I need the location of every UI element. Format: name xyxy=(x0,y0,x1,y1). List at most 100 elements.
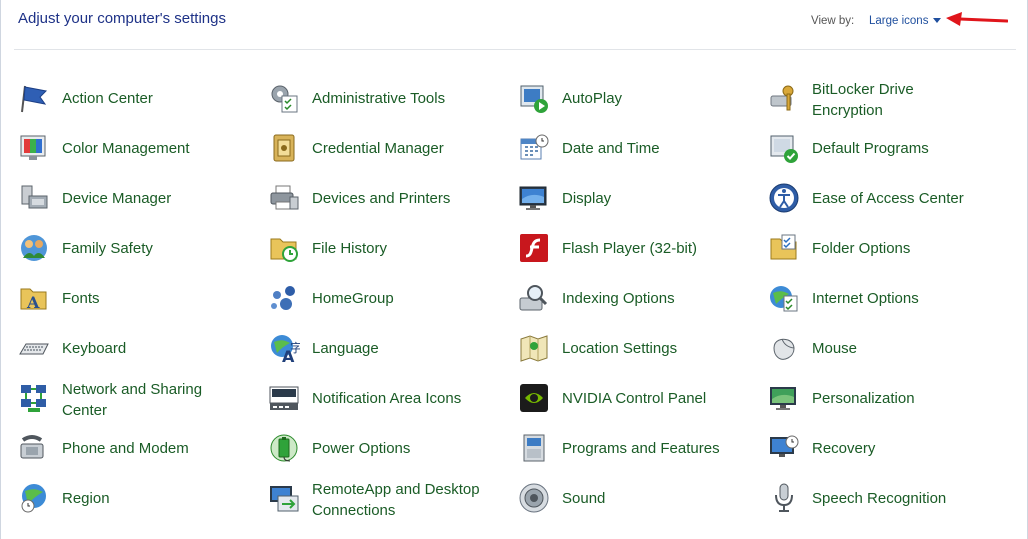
item-label[interactable]: Ease of Access Center xyxy=(812,189,964,209)
control-panel-item-power-options[interactable]: Power Options xyxy=(268,428,508,468)
control-panel-item-device-manager[interactable]: Device Manager xyxy=(18,178,258,218)
control-panel-item-network-and-sharing-center[interactable]: Network and Sharing Center xyxy=(18,378,258,421)
control-panel-item-speech-recognition[interactable]: Speech Recognition xyxy=(768,478,1008,518)
item-label[interactable]: Credential Manager xyxy=(312,139,444,159)
control-panel-item-programs-and-features[interactable]: Programs and Features xyxy=(518,428,758,468)
item-label[interactable]: Sound xyxy=(562,489,605,509)
fonts-folder-icon: A xyxy=(18,282,50,314)
svg-text:字: 字 xyxy=(290,340,300,355)
item-label[interactable]: Personalization xyxy=(812,389,915,409)
item-label[interactable]: Notification Area Icons xyxy=(312,389,461,409)
item-label[interactable]: Action Center xyxy=(62,89,153,109)
control-panel-item-phone-and-modem[interactable]: Phone and Modem xyxy=(18,428,258,468)
control-panel-item-flash-player[interactable]: Flash Player (32-bit) xyxy=(518,228,758,268)
control-panel-item-ease-of-access-center[interactable]: Ease of Access Center xyxy=(768,178,1008,218)
item-label[interactable]: Network and Sharing Center xyxy=(62,379,232,421)
notification-area-icon xyxy=(268,382,300,414)
control-panel-item-color-management[interactable]: Color Management xyxy=(18,128,258,168)
control-panel-item-personalization[interactable]: Personalization xyxy=(768,378,1008,418)
item-label[interactable]: Folder Options xyxy=(812,239,910,259)
remoteapp-icon xyxy=(268,482,300,514)
control-panel-item-file-history[interactable]: File History xyxy=(268,228,508,268)
item-label[interactable]: Mouse xyxy=(812,339,857,359)
control-panel-item-region[interactable]: Region xyxy=(18,478,258,518)
control-panel-item-default-programs[interactable]: Default Programs xyxy=(768,128,1008,168)
item-label[interactable]: Location Settings xyxy=(562,339,677,359)
item-label[interactable]: Programs and Features xyxy=(562,439,720,459)
item-label[interactable]: Administrative Tools xyxy=(312,89,445,109)
item-label[interactable]: Color Management xyxy=(62,139,190,159)
item-label[interactable]: Family Safety xyxy=(62,239,153,259)
item-label[interactable]: Devices and Printers xyxy=(312,189,450,209)
folder-options-icon xyxy=(768,232,800,264)
view-by-label: View by: xyxy=(811,15,855,27)
control-panel-item-date-and-time[interactable]: Date and Time xyxy=(518,128,758,168)
control-panel-item-nvidia-control-panel[interactable]: NVIDIA Control Panel xyxy=(518,378,758,418)
region-globe-icon xyxy=(18,482,50,514)
internet-options-icon xyxy=(768,282,800,314)
ease-of-access-icon xyxy=(768,182,800,214)
header-divider xyxy=(14,49,1016,50)
item-label[interactable]: Speech Recognition xyxy=(812,489,946,509)
monitor-icon xyxy=(518,182,550,214)
speaker-icon xyxy=(518,482,550,514)
view-by-dropdown[interactable]: Large icons xyxy=(869,15,928,27)
control-panel-item-internet-options[interactable]: Internet Options xyxy=(768,278,1008,318)
nvidia-icon xyxy=(518,382,550,414)
item-label[interactable]: Fonts xyxy=(62,289,100,309)
network-icon xyxy=(18,382,50,414)
control-panel-item-devices-and-printers[interactable]: Devices and Printers xyxy=(268,178,508,218)
calendar-clock-icon xyxy=(518,132,550,164)
control-panel-item-mouse[interactable]: Mouse xyxy=(768,328,1008,368)
admin-tools-icon xyxy=(268,82,300,114)
control-panel-item-fonts[interactable]: A Fonts xyxy=(18,278,258,318)
control-panel-item-recovery[interactable]: Recovery xyxy=(768,428,1008,468)
language-globe-icon: A字 xyxy=(268,332,302,366)
item-label[interactable]: Language xyxy=(312,339,379,359)
item-label[interactable]: File History xyxy=(312,239,387,259)
control-panel-item-display[interactable]: Display xyxy=(518,178,758,218)
control-panel-item-remoteapp-and-desktop-connections[interactable]: RemoteApp and Desktop Connections xyxy=(268,478,508,521)
item-label[interactable]: Date and Time xyxy=(562,139,660,159)
item-label[interactable]: HomeGroup xyxy=(312,289,394,309)
item-label[interactable]: Region xyxy=(62,489,110,509)
item-label[interactable]: Indexing Options xyxy=(562,289,675,309)
window-border-left xyxy=(0,0,1,539)
item-label[interactable]: Device Manager xyxy=(62,189,171,209)
item-label[interactable]: Default Programs xyxy=(812,139,929,159)
control-panel-item-keyboard[interactable]: Keyboard xyxy=(18,328,258,368)
control-panel-item-autoplay[interactable]: AutoPlay xyxy=(518,78,758,118)
chevron-down-icon[interactable] xyxy=(933,18,941,23)
control-panel-item-language[interactable]: A 字 Language xyxy=(268,328,508,368)
control-panel-window: Adjust your computer's settings View by:… xyxy=(0,0,1028,539)
item-label[interactable]: Internet Options xyxy=(812,289,919,309)
battery-icon xyxy=(268,432,300,464)
control-panel-item-action-center[interactable]: Action Center xyxy=(18,78,258,118)
device-manager-icon xyxy=(18,182,50,214)
control-panel-item-bitlocker-drive-encryption[interactable]: BitLocker Drive Encryption xyxy=(768,78,1008,121)
control-panel-item-credential-manager[interactable]: Credential Manager xyxy=(268,128,508,168)
autoplay-icon xyxy=(518,82,550,114)
item-label[interactable]: Flash Player (32-bit) xyxy=(562,239,697,259)
item-label[interactable]: Power Options xyxy=(312,439,410,459)
programs-features-icon xyxy=(518,432,550,464)
control-panel-item-family-safety[interactable]: Family Safety xyxy=(18,228,258,268)
item-label[interactable]: Phone and Modem xyxy=(62,439,189,459)
control-panel-item-sound[interactable]: Sound xyxy=(518,478,758,518)
control-panel-item-notification-area-icons[interactable]: Notification Area Icons xyxy=(268,378,508,418)
location-map-icon xyxy=(518,332,550,364)
control-panel-item-administrative-tools[interactable]: Administrative Tools xyxy=(268,78,508,118)
control-panel-item-location-settings[interactable]: Location Settings xyxy=(518,328,758,368)
item-label[interactable]: BitLocker Drive Encryption xyxy=(812,79,982,121)
control-panel-item-indexing-options[interactable]: Indexing Options xyxy=(518,278,758,318)
control-panel-item-folder-options[interactable]: Folder Options xyxy=(768,228,1008,268)
item-label[interactable]: NVIDIA Control Panel xyxy=(562,389,706,409)
control-panel-item-homegroup[interactable]: HomeGroup xyxy=(268,278,508,318)
indexing-magnifier-icon xyxy=(518,282,550,314)
item-label[interactable]: Keyboard xyxy=(62,339,126,359)
mouse-icon xyxy=(768,332,800,364)
item-label[interactable]: AutoPlay xyxy=(562,89,622,109)
item-label[interactable]: RemoteApp and Desktop Connections xyxy=(312,479,482,521)
item-label[interactable]: Recovery xyxy=(812,439,875,459)
item-label[interactable]: Display xyxy=(562,189,611,209)
